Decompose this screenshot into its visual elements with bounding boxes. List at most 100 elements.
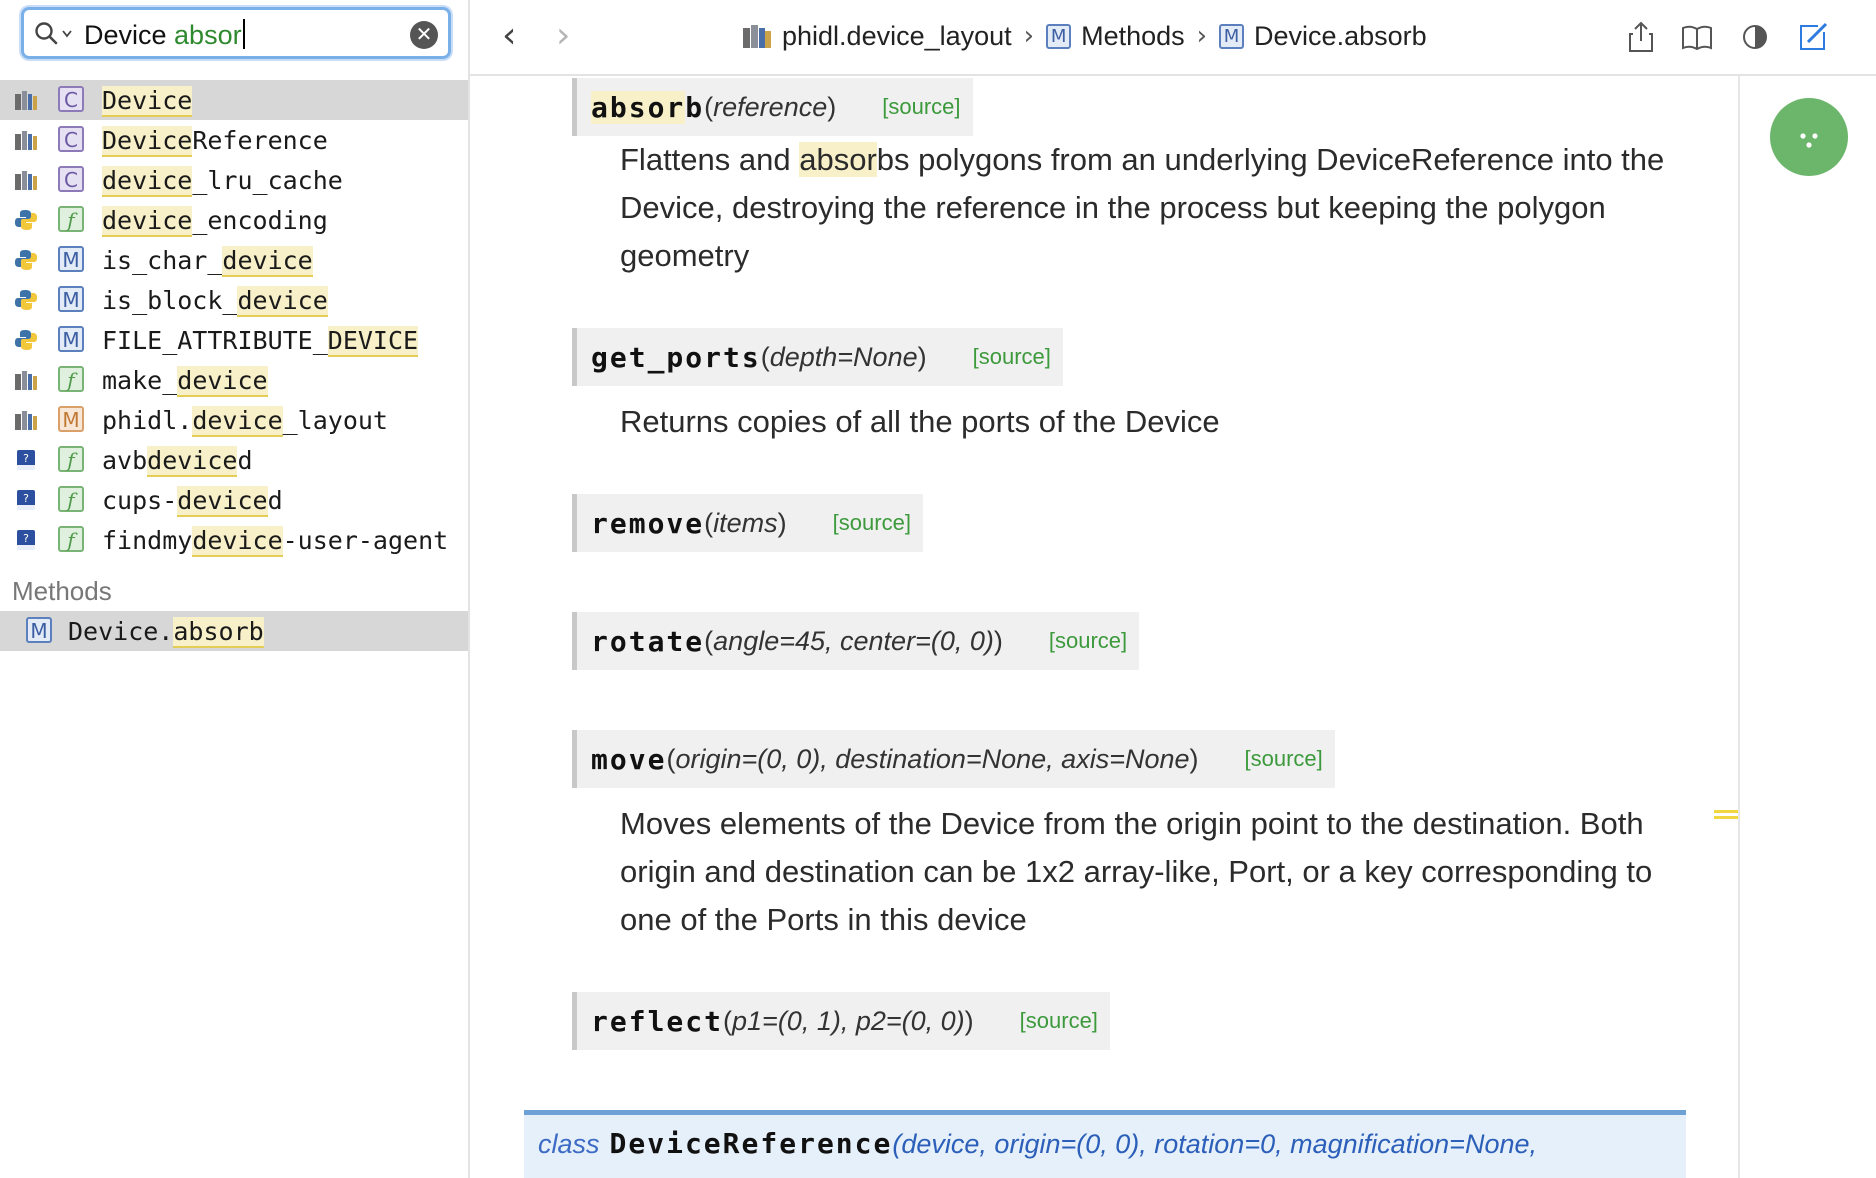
search-field[interactable]: Device absor ✕ <box>21 7 451 59</box>
search-input[interactable]: Device absor <box>84 19 245 51</box>
back-button[interactable]: ‹ <box>502 18 516 54</box>
search-result-row[interactable]: ? f findmydevice-user-agent <box>0 520 468 560</box>
breadcrumb-methods[interactable]: M Methods <box>1046 21 1185 52</box>
function-badge-icon: f <box>58 206 84 232</box>
svg-text:?: ? <box>23 452 29 465</box>
method-signature-move: move(origin=(0, 0), destination=None, ax… <box>572 730 1335 788</box>
source-link[interactable]: [source] <box>973 344 1051 370</box>
match-highlight: device <box>147 446 238 477</box>
class-name: DeviceReference <box>609 1127 893 1160</box>
method-description-get-ports: Returns copies of all the ports of the D… <box>620 404 1220 439</box>
search-result-label: cups-deviced <box>102 486 283 517</box>
method-badge-icon: M <box>58 406 84 432</box>
source-link[interactable]: [source] <box>1020 1008 1098 1034</box>
annotate-icon[interactable] <box>1796 20 1830 54</box>
class-params: (device, origin=(0, 0), rotation=0, magn… <box>892 1129 1538 1159</box>
class-badge-icon: C <box>58 86 84 112</box>
paren: ( <box>723 1005 733 1036</box>
search-result-label: make_device <box>102 366 268 397</box>
breadcrumb-separator: › <box>1196 21 1208 51</box>
search-result-row[interactable]: ? f cups-deviced <box>0 480 468 520</box>
search-text-typed: absor <box>174 20 242 50</box>
docset-book-icon <box>15 411 37 430</box>
match-highlight: device <box>102 206 193 237</box>
paren: ( <box>704 91 714 122</box>
manual-page-icon: ? <box>17 490 35 510</box>
paren: ) <box>964 1005 974 1036</box>
top-toolbar: ‹ › phidl.device_layout › M Methods › M … <box>470 0 1876 76</box>
share-icon[interactable] <box>1624 20 1658 54</box>
method-signature-get-ports: get_ports(depth=None) [source] <box>572 328 1063 386</box>
method-params: items <box>713 507 778 538</box>
search-result-row[interactable]: Mphidl.device_layout <box>0 400 468 440</box>
match-highlight: Device <box>102 126 193 157</box>
search-result-label: DeviceReference <box>102 126 328 157</box>
result-text: _layout <box>282 406 388 435</box>
search-result-label: device_lru_cache <box>102 166 343 197</box>
search-result-label: Device <box>102 86 193 117</box>
method-result-row[interactable]: M Device.absorb <box>0 611 468 651</box>
breadcrumb-current[interactable]: M Device.absorb <box>1219 21 1427 52</box>
bookmarks-icon[interactable] <box>1680 20 1714 54</box>
match-highlight: device <box>102 166 193 197</box>
docset-book-icon <box>743 25 771 48</box>
breadcrumb-current-label: Device.absorb <box>1254 20 1427 51</box>
source-link[interactable]: [source] <box>882 94 960 120</box>
manual-page-icon: ? <box>17 450 35 470</box>
class-signature-devicereference: class DeviceReference(device, origin=(0, … <box>524 1110 1686 1178</box>
method-signature-reflect: reflect(p1=(0, 1), p2=(0, 0)) [source] <box>572 992 1110 1050</box>
search-result-label: phidl.device_layout <box>102 406 388 437</box>
clear-search-icon[interactable]: ✕ <box>410 21 438 49</box>
method-description-absorb: Flattens and absorbs polygons from an un… <box>620 136 1700 280</box>
search-result-row[interactable]: Cdevice_lru_cache <box>0 160 468 200</box>
chevron-down-icon[interactable] <box>62 30 72 38</box>
function-badge-icon: f <box>58 446 84 472</box>
search-result-row[interactable]: Mis_char_device <box>0 240 468 280</box>
search-result-row[interactable]: f make_device <box>0 360 468 400</box>
method-highlight: absorb <box>173 617 264 648</box>
python-icon <box>15 210 37 230</box>
method-name: reflect <box>591 1004 724 1038</box>
method-badge-icon: M <box>58 246 84 272</box>
result-text: cups- <box>102 486 178 515</box>
result-text: phidl. <box>102 406 193 435</box>
contrast-icon[interactable] <box>1738 20 1772 54</box>
result-text: FILE_ATTRIBUTE_ <box>102 326 328 355</box>
docset-book-icon <box>15 171 37 190</box>
breadcrumb-docset[interactable]: phidl.device_layout <box>742 21 1012 52</box>
search-result-row[interactable]: C Device <box>0 80 468 120</box>
docset-book-icon <box>15 371 37 390</box>
search-result-label: is_block_device <box>102 286 328 317</box>
documentation-content: absorb(reference) [source] Flattens and … <box>470 76 1740 1178</box>
method-params: p1=(0, 1), p2=(0, 0) <box>732 1005 965 1036</box>
method-result-label: Device.absorb <box>68 617 264 648</box>
desc-highlight: absor <box>799 142 877 177</box>
paren: ( <box>666 743 676 774</box>
breadcrumb-separator: › <box>1023 21 1035 51</box>
python-icon <box>15 250 37 270</box>
method-badge-icon: M <box>26 617 52 643</box>
search-result-row[interactable]: M FILE_ATTRIBUTE_DEVICE <box>0 320 468 360</box>
source-link[interactable]: [source] <box>1245 746 1323 772</box>
result-text: is_block_ <box>102 286 238 315</box>
method-name: remove <box>591 506 705 540</box>
search-match-marker <box>1714 810 1738 819</box>
python-icon <box>15 330 37 350</box>
result-text: is_char_ <box>102 246 223 275</box>
forward-button[interactable]: › <box>556 18 570 54</box>
match-highlight: device <box>222 246 313 277</box>
breadcrumb: phidl.device_layout › M Methods › M Devi… <box>742 16 1427 56</box>
search-result-row[interactable]: ? f avbdeviced <box>0 440 468 480</box>
search-result-row[interactable]: Mis_block_device <box>0 280 468 320</box>
search-result-row[interactable]: f device_encoding <box>0 200 468 240</box>
docset-book-icon <box>15 131 37 150</box>
result-text: d <box>237 446 253 475</box>
source-link[interactable]: [source] <box>833 510 911 536</box>
floating-action-button[interactable] <box>1770 98 1848 176</box>
search-result-row[interactable]: C DeviceReference <box>0 120 468 160</box>
manual-page-icon: ? <box>17 530 35 550</box>
source-link[interactable]: [source] <box>1049 628 1127 654</box>
method-params: angle=45, center=(0, 0) <box>713 625 994 656</box>
result-text: avb <box>102 446 148 475</box>
match-highlight: DEVICE <box>327 326 419 357</box>
